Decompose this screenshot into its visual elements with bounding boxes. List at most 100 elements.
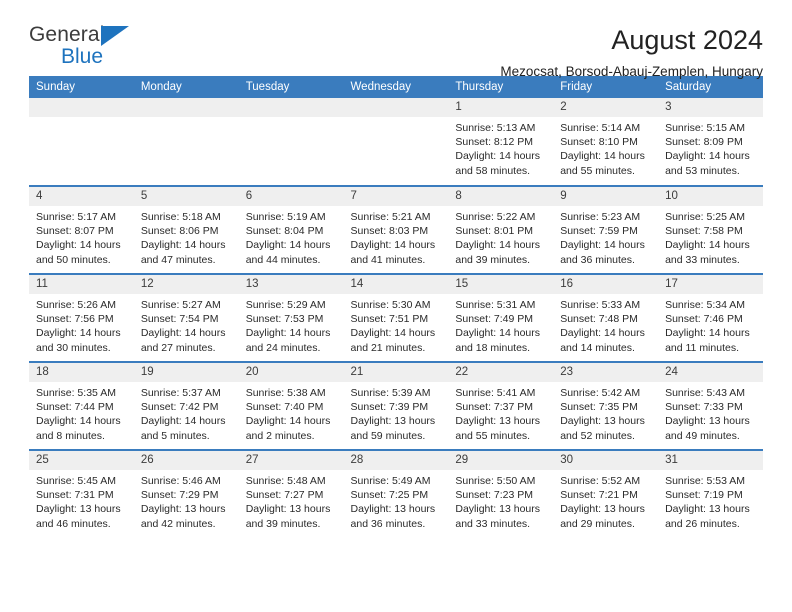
calendar-week-row: 25 Sunrise: 5:45 AM Sunset: 7:31 PM Dayligh… xyxy=(29,449,763,538)
day-sun-info: Sunrise: 5:13 AM Sunset: 8:12 PM Daylight:… xyxy=(448,117,553,178)
calendar-cell[interactable]: 24 Sunrise: 5:43 AM Sunset: 7:33 PM Dayligh… xyxy=(658,361,763,450)
calendar-cell[interactable]: 1 Sunrise: 5:13 AM Sunset: 8:12 PM Daylight… xyxy=(448,98,554,186)
sunrise-text: Sunrise: 5:33 AM xyxy=(560,299,641,311)
sunrise-text: Sunrise: 5:21 AM xyxy=(350,211,431,223)
day-cell: 8 Sunrise: 5:22 AM Sunset: 8:01 PM Daylight… xyxy=(448,187,554,273)
sunrise-text: Sunrise: 5:45 AM xyxy=(36,475,116,487)
day-cell: 27 Sunrise: 5:48 AM Sunset: 7:27 PM Dayligh… xyxy=(238,451,344,538)
daylight-text: Daylight: 14 hours and 36 minutes. xyxy=(560,239,645,266)
day-number: 8 xyxy=(448,187,554,206)
sunset-text: Sunset: 8:12 PM xyxy=(455,136,534,149)
daylight-text: Daylight: 14 hours and 50 minutes. xyxy=(36,239,121,266)
day-number: 4 xyxy=(29,187,134,206)
calendar-cell[interactable]: 20 Sunrise: 5:38 AM Sunset: 7:40 PM Dayligh… xyxy=(238,361,344,450)
calendar-cell[interactable]: 14 Sunrise: 5:30 AM Sunset: 7:51 PM Dayligh… xyxy=(343,273,449,362)
sunrise-text: Sunrise: 5:50 AM xyxy=(455,475,536,487)
daylight-text: Daylight: 14 hours and 18 minutes. xyxy=(455,327,541,354)
day-number: 2 xyxy=(553,98,659,117)
sunrise-text: Sunrise: 5:42 AM xyxy=(560,387,641,399)
calendar-cell xyxy=(133,98,239,186)
calendar-cell[interactable]: 10 Sunrise: 5:25 AM Sunset: 7:58 PM Dayligh… xyxy=(658,185,763,274)
calendar-cell[interactable]: 29 Sunrise: 5:50 AM Sunset: 7:23 PM Dayligh… xyxy=(448,449,554,538)
sunrise-text: Sunrise: 5:52 AM xyxy=(560,475,641,487)
calendar-cell[interactable]: 17 Sunrise: 5:34 AM Sunset: 7:46 PM Dayligh… xyxy=(658,273,763,362)
calendar-cell[interactable]: 9 Sunrise: 5:23 AM Sunset: 7:59 PM Daylight… xyxy=(553,185,659,274)
calendar-cell[interactable]: 4 Sunrise: 5:17 AM Sunset: 8:07 PM Daylight… xyxy=(29,185,134,274)
day-cell: 31 Sunrise: 5:53 AM Sunset: 7:19 PM Dayligh… xyxy=(658,451,763,538)
sunrise-text: Sunrise: 5:53 AM xyxy=(665,475,746,487)
weekday-header-sunday: Sunday xyxy=(29,76,134,98)
calendar-cell[interactable]: 19 Sunrise: 5:37 AM Sunset: 7:42 PM Dayligh… xyxy=(133,361,239,450)
calendar-cell[interactable]: 25 Sunrise: 5:45 AM Sunset: 7:31 PM Dayligh… xyxy=(29,449,134,538)
sunset-text: Sunset: 7:21 PM xyxy=(560,489,638,502)
sunset-text: Sunset: 8:06 PM xyxy=(140,225,219,238)
calendar-cell[interactable]: 7 Sunrise: 5:21 AM Sunset: 8:03 PM Daylight… xyxy=(343,185,449,274)
day-number: 30 xyxy=(553,451,659,470)
daylight-text: Daylight: 13 hours and 36 minutes. xyxy=(350,503,436,530)
sunrise-text: Sunrise: 5:26 AM xyxy=(36,299,116,311)
calendar-cell[interactable]: 11 Sunrise: 5:26 AM Sunset: 7:56 PM Dayligh… xyxy=(29,273,134,362)
calendar-cell[interactable]: 3 Sunrise: 5:15 AM Sunset: 8:09 PM Daylight… xyxy=(658,98,763,186)
calendar-cell[interactable]: 18 Sunrise: 5:35 AM Sunset: 7:44 PM Dayligh… xyxy=(29,361,134,450)
day-sun-info: Sunrise: 5:53 AM Sunset: 7:19 PM Daylight:… xyxy=(658,470,763,531)
day-sun-info: Sunrise: 5:42 AM Sunset: 7:35 PM Daylight:… xyxy=(553,382,658,443)
calendar-cell[interactable]: 6 Sunrise: 5:19 AM Sunset: 8:04 PM Daylight… xyxy=(238,185,344,274)
day-sun-info: Sunrise: 5:34 AM Sunset: 7:46 PM Daylight:… xyxy=(658,294,763,355)
calendar-cell[interactable]: 16 Sunrise: 5:33 AM Sunset: 7:48 PM Dayligh… xyxy=(553,273,659,362)
calendar-cell[interactable]: 21 Sunrise: 5:39 AM Sunset: 7:39 PM Dayligh… xyxy=(343,361,449,450)
sunrise-text: Sunrise: 5:27 AM xyxy=(140,299,221,311)
daylight-text: Daylight: 14 hours and 53 minutes. xyxy=(665,150,750,177)
sunset-text: Sunset: 7:25 PM xyxy=(350,489,429,502)
sunrise-text: Sunrise: 5:49 AM xyxy=(350,475,431,487)
calendar-cell[interactable]: 15 Sunrise: 5:31 AM Sunset: 7:49 PM Dayligh… xyxy=(448,273,554,362)
weekday-header-monday: Monday xyxy=(133,76,239,98)
day-cell: 11 Sunrise: 5:26 AM Sunset: 7:56 PM Dayligh… xyxy=(29,275,134,361)
calendar-cell[interactable]: 12 Sunrise: 5:27 AM Sunset: 7:54 PM Dayligh… xyxy=(133,273,239,362)
calendar-cell[interactable]: 22 Sunrise: 5:41 AM Sunset: 7:37 PM Dayligh… xyxy=(448,361,554,450)
calendar-cell[interactable]: 23 Sunrise: 5:42 AM Sunset: 7:35 PM Dayligh… xyxy=(553,361,659,450)
day-sun-info: Sunrise: 5:23 AM Sunset: 7:59 PM Daylight:… xyxy=(553,206,658,267)
sunrise-text: Sunrise: 5:34 AM xyxy=(665,299,746,311)
daylight-text: Daylight: 14 hours and 30 minutes. xyxy=(36,327,121,354)
day-sun-info: Sunrise: 5:21 AM Sunset: 8:03 PM Daylight:… xyxy=(344,206,449,267)
day-number xyxy=(133,98,239,117)
sunset-text: Sunset: 7:29 PM xyxy=(140,489,219,502)
day-cell: 20 Sunrise: 5:38 AM Sunset: 7:40 PM Dayligh… xyxy=(238,363,344,449)
day-number: 16 xyxy=(553,275,659,294)
calendar-cell[interactable]: 30 Sunrise: 5:52 AM Sunset: 7:21 PM Dayligh… xyxy=(553,449,659,538)
daylight-text: Daylight: 14 hours and 55 minutes. xyxy=(560,150,645,177)
daylight-text: Daylight: 13 hours and 46 minutes. xyxy=(36,503,121,530)
day-sun-info: Sunrise: 5:43 AM Sunset: 7:33 PM Daylight:… xyxy=(658,382,763,443)
sunrise-text: Sunrise: 5:38 AM xyxy=(245,387,326,399)
weekday-header-tuesday: Tuesday xyxy=(238,76,344,98)
calendar-cell[interactable]: 28 Sunrise: 5:49 AM Sunset: 7:25 PM Dayligh… xyxy=(343,449,449,538)
day-sun-info: Sunrise: 5:39 AM Sunset: 7:39 PM Daylight:… xyxy=(344,382,449,443)
sunset-text: Sunset: 7:58 PM xyxy=(665,225,743,238)
title-block: August 2024 Mezocsat, Borsod-Abauj-Zempl… xyxy=(500,24,763,82)
calendar-week-row: 1 Sunrise: 5:13 AM Sunset: 8:12 PM Daylight… xyxy=(29,98,763,186)
sunrise-text: Sunrise: 5:37 AM xyxy=(140,387,221,399)
brand-name-general: General xyxy=(29,23,105,46)
sunset-text: Sunset: 8:07 PM xyxy=(36,225,114,238)
sunset-text: Sunset: 7:39 PM xyxy=(350,401,429,414)
calendar-cell[interactable]: 26 Sunrise: 5:46 AM Sunset: 7:29 PM Dayligh… xyxy=(133,449,239,538)
day-cell: 26 Sunrise: 5:46 AM Sunset: 7:29 PM Dayligh… xyxy=(133,451,239,538)
calendar-cell[interactable]: 5 Sunrise: 5:18 AM Sunset: 8:06 PM Daylight… xyxy=(133,185,239,274)
day-number: 14 xyxy=(343,275,449,294)
daylight-text: Daylight: 14 hours and 11 minutes. xyxy=(665,327,750,354)
day-sun-info: Sunrise: 5:18 AM Sunset: 8:06 PM Daylight:… xyxy=(134,206,239,267)
brand-logo[interactable]: General Blue xyxy=(29,24,159,67)
calendar-cell[interactable]: 31 Sunrise: 5:53 AM Sunset: 7:19 PM Dayligh… xyxy=(658,449,763,538)
day-cell: 13 Sunrise: 5:29 AM Sunset: 7:53 PM Dayligh… xyxy=(238,275,344,361)
calendar-cell[interactable]: 27 Sunrise: 5:48 AM Sunset: 7:27 PM Dayligh… xyxy=(238,449,344,538)
daylight-text: Daylight: 14 hours and 21 minutes. xyxy=(350,327,436,354)
daylight-text: Daylight: 13 hours and 29 minutes. xyxy=(560,503,645,530)
calendar-cell[interactable]: 2 Sunrise: 5:14 AM Sunset: 8:10 PM Daylight… xyxy=(553,98,659,186)
day-cell: 1 Sunrise: 5:13 AM Sunset: 8:12 PM Daylight… xyxy=(448,98,554,185)
day-sun-info: Sunrise: 5:33 AM Sunset: 7:48 PM Daylight:… xyxy=(553,294,658,355)
day-cell: 4 Sunrise: 5:17 AM Sunset: 8:07 PM Daylight… xyxy=(29,187,134,273)
calendar-cell[interactable]: 13 Sunrise: 5:29 AM Sunset: 7:53 PM Dayligh… xyxy=(238,273,344,362)
day-sun-info: Sunrise: 5:22 AM Sunset: 8:01 PM Daylight:… xyxy=(448,206,553,267)
calendar-cell[interactable]: 8 Sunrise: 5:22 AM Sunset: 8:01 PM Daylight… xyxy=(448,185,554,274)
day-number: 28 xyxy=(343,451,449,470)
